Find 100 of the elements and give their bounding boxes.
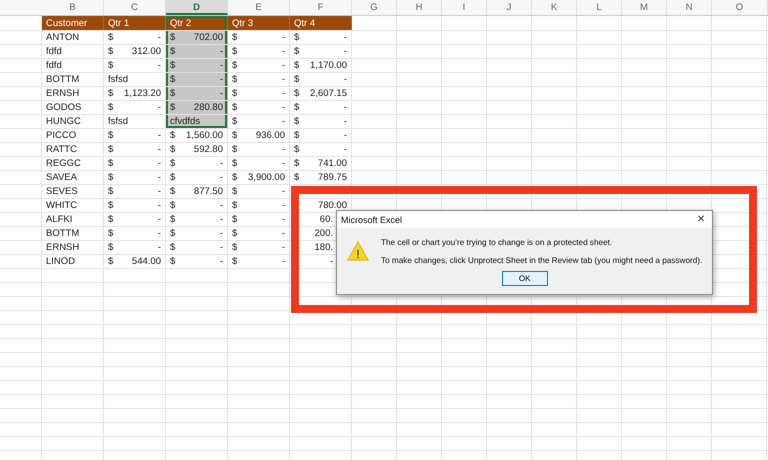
currency-symbol: $ (170, 46, 176, 57)
currency-symbol: $ (170, 228, 176, 239)
currency-symbol: $ (108, 32, 114, 43)
currency-symbol: $ (170, 60, 176, 71)
currency-symbol: $ (170, 186, 176, 197)
cell-value: - (282, 214, 285, 225)
cell-value: 3,900.00 (248, 172, 285, 183)
cell-value: 1,123.20 (124, 88, 161, 99)
cell-value: - (282, 256, 285, 267)
currency-symbol: $ (232, 172, 238, 183)
column-header[interactable]: H (397, 0, 442, 15)
cell-value: 180. (314, 242, 333, 253)
header-cell: Qtr 2 (166, 16, 228, 30)
cell-value: 200. (314, 228, 333, 239)
cell-value: 789.75 (318, 172, 347, 183)
cell-value: WHITC (46, 200, 78, 211)
currency-symbol: $ (170, 102, 176, 113)
currency-symbol: $ (294, 74, 300, 85)
cell-value: SAVEA (46, 172, 77, 183)
header-cell: Qtr 3 (228, 16, 290, 30)
currency-symbol: $ (108, 186, 114, 197)
cell-value: 1,170.00 (310, 60, 347, 71)
cell-value: - (158, 186, 161, 197)
column-header[interactable]: D (166, 0, 228, 15)
currency-symbol: $ (232, 158, 238, 169)
currency-symbol: $ (232, 130, 238, 141)
close-button[interactable]: ✕ (694, 214, 708, 225)
currency-symbol: $ (108, 256, 114, 267)
column-header[interactable]: K (532, 0, 577, 15)
cell-value: ANTON (46, 32, 80, 43)
cell-value: - (220, 172, 223, 183)
currency-symbol: $ (108, 144, 114, 155)
cell-value: - (158, 32, 161, 43)
cell-value: BOTTM (46, 228, 80, 239)
column-header[interactable]: B (42, 0, 104, 15)
cell-value: cfvdfds (170, 116, 200, 127)
currency-symbol: $ (294, 32, 300, 43)
cell-value: - (220, 46, 223, 57)
warning-icon: ! (347, 240, 369, 260)
column-header[interactable]: O (712, 0, 768, 15)
dialog-message: To make changes, click Unprotect Sheet in the Review tab (you might need a password). (381, 256, 702, 265)
cell-value: BOTTM (46, 74, 80, 85)
currency-symbol: $ (232, 32, 238, 43)
cell-value: - (158, 158, 161, 169)
column-header[interactable]: L (577, 0, 622, 15)
currency-symbol: $ (232, 256, 238, 267)
currency-symbol: $ (294, 172, 300, 183)
column-header[interactable]: I (442, 0, 487, 15)
cell-value: - (220, 74, 223, 85)
cell-value: - (344, 46, 347, 57)
currency-symbol: $ (232, 242, 238, 253)
cell-value: - (344, 74, 347, 85)
cell-value: - (158, 214, 161, 225)
dialog-title: Microsoft Excel (341, 214, 402, 224)
cell-value: fdfd (46, 60, 62, 71)
currency-symbol: $ (108, 200, 114, 211)
currency-symbol: $ (294, 46, 300, 57)
cell-value: - (344, 32, 347, 43)
cell-value: - (220, 256, 223, 267)
cell-value: ERNSH (46, 88, 80, 99)
currency-symbol: $ (170, 74, 176, 85)
column-header[interactable]: G (352, 0, 397, 15)
currency-symbol: $ (108, 158, 114, 169)
cell-value: - (282, 144, 285, 155)
currency-symbol: $ (108, 172, 114, 183)
cell-value: - (330, 256, 333, 267)
cell-value: - (220, 200, 223, 211)
currency-symbol: $ (232, 88, 238, 99)
cell-value: - (344, 144, 347, 155)
currency-symbol: $ (294, 144, 300, 155)
cell-value: RATTC (46, 144, 77, 155)
ok-button[interactable]: OK (502, 271, 548, 286)
currency-symbol: $ (232, 46, 238, 57)
column-header[interactable]: E (228, 0, 290, 15)
currency-symbol: $ (294, 116, 300, 127)
currency-symbol: $ (108, 88, 114, 99)
currency-symbol: $ (170, 130, 176, 141)
column-header[interactable]: N (667, 0, 712, 15)
column-header[interactable]: M (622, 0, 667, 15)
cell-value: REGGC (46, 158, 81, 169)
currency-symbol: $ (232, 116, 238, 127)
column-header[interactable]: F (290, 0, 352, 15)
cell-value: 780.00 (318, 200, 347, 211)
currency-symbol: $ (108, 46, 114, 57)
cell-value: - (158, 144, 161, 155)
cell-value: - (158, 200, 161, 211)
cell-value: - (220, 88, 223, 99)
currency-symbol: $ (294, 102, 300, 113)
cell-value: - (158, 242, 161, 253)
dialog-message: The cell or chart you’re trying to change is on a protected sheet. (381, 238, 614, 247)
column-header[interactable]: J (487, 0, 532, 15)
cell-value: - (344, 130, 347, 141)
currency-symbol: $ (170, 214, 176, 225)
currency-symbol: $ (170, 158, 176, 169)
cell-value: fsfsd (108, 116, 128, 127)
cell-value: - (282, 186, 285, 197)
cell-value: fdfd (46, 46, 62, 57)
cell-value: - (282, 200, 285, 211)
cell-value: - (282, 46, 285, 57)
cell-value: fsfsd (108, 74, 128, 85)
